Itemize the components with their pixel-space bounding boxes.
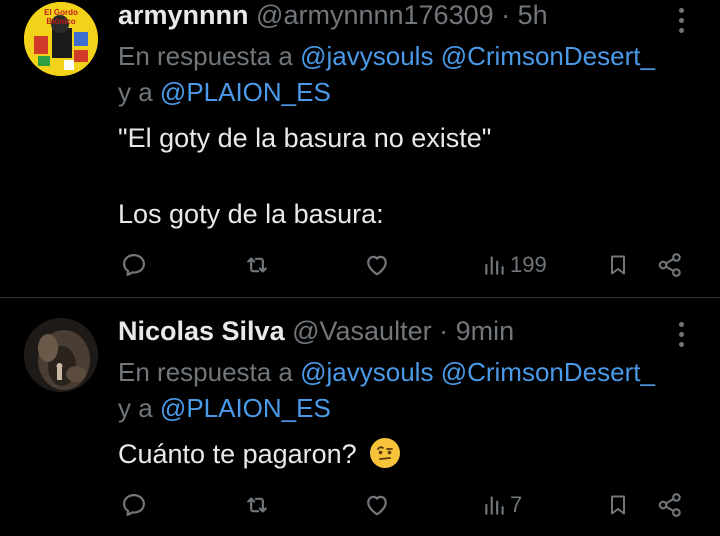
avatar[interactable]: El Gordo Biónico [24, 2, 98, 76]
avatar[interactable] [24, 318, 98, 392]
retweet-icon [247, 497, 267, 513]
mention-link[interactable]: @javysouls [300, 357, 433, 387]
heart-icon [367, 255, 387, 276]
tweet-2[interactable]: Nicolas Silva @Vasaulter · 9min En respu… [0, 298, 720, 536]
views-count: 7 [510, 492, 523, 517]
avatar-caption: El Gordo Biónico [30, 8, 92, 26]
tweet-header: armynnnn @armynnnn176309 · 5h [118, 0, 548, 31]
like-button[interactable] [363, 485, 391, 525]
tweet-text-line: "El goty de la basura no existe" [118, 123, 492, 153]
display-name[interactable]: Nicolas Silva [118, 316, 285, 346]
tweet-actions: 199 [0, 245, 720, 285]
raised-eyebrow-emoji-icon [370, 438, 401, 468]
reply-and: y a [118, 393, 153, 423]
tweet-1[interactable]: El Gordo Biónico armynnnn @armynnnn17630… [0, 0, 720, 297]
separator: · [501, 0, 511, 30]
timestamp[interactable]: 5h [518, 0, 548, 30]
share-button[interactable] [656, 245, 684, 285]
tweet-text-line: Los goty de la basura: [118, 199, 384, 229]
more-icon[interactable] [674, 320, 690, 350]
tweet-text: Los goty de la basura: [118, 196, 384, 232]
share-icon [658, 253, 681, 277]
bookmark-icon [611, 255, 625, 275]
reply-button[interactable] [120, 485, 148, 525]
reply-prefix: En respuesta a [118, 357, 293, 387]
share-icon [658, 493, 681, 517]
bookmark-button[interactable] [606, 485, 630, 525]
retweet-button[interactable] [243, 485, 271, 525]
reply-context: En respuesta a @javysouls @CrimsonDesert… [118, 38, 655, 110]
bookmark-button[interactable] [606, 245, 630, 285]
avatar-caption-line1: El Gordo [44, 8, 78, 17]
mention-link[interactable]: @PLAION_ES [160, 77, 331, 107]
reply-and: y a [118, 77, 153, 107]
heart-icon [367, 495, 387, 516]
timestamp[interactable]: 9min [456, 316, 515, 346]
avatar-caption-line2: Biónico [46, 17, 76, 26]
views-button[interactable]: 199 [482, 245, 547, 285]
views-bar-chart-icon [485, 256, 504, 275]
mention-link[interactable]: @CrimsonDesert_ [441, 41, 655, 71]
reply-prefix: En respuesta a [118, 41, 293, 71]
display-name[interactable]: armynnnn [118, 0, 249, 30]
views-button[interactable]: 7 [482, 485, 522, 525]
comment-icon [122, 493, 146, 517]
reply-context: En respuesta a @javysouls @CrimsonDesert… [118, 354, 655, 426]
handle[interactable]: @Vasaulter [292, 316, 431, 346]
mention-link[interactable]: @PLAION_ES [160, 393, 331, 423]
tweet-text: Cuánto te pagaron? [118, 436, 401, 472]
views-count: 199 [510, 252, 547, 277]
bookmark-icon [611, 495, 625, 515]
reply-button[interactable] [120, 245, 148, 285]
tweet-actions: 7 [0, 485, 720, 525]
mention-link[interactable]: @javysouls [300, 41, 433, 71]
views-bar-chart-icon [485, 496, 504, 515]
tweet-header: Nicolas Silva @Vasaulter · 9min [118, 316, 514, 347]
like-button[interactable] [363, 245, 391, 285]
tweet-text: "El goty de la basura no existe" [118, 120, 491, 156]
retweet-button[interactable] [243, 245, 271, 285]
handle[interactable]: @armynnnn176309 [256, 0, 494, 30]
retweet-icon [247, 257, 267, 273]
share-button[interactable] [656, 485, 684, 525]
tweet-text-line: Cuánto te pagaron? [118, 439, 357, 469]
avatar-image [24, 318, 98, 392]
separator: · [439, 316, 449, 346]
mention-link[interactable]: @CrimsonDesert_ [441, 357, 655, 387]
comment-icon [122, 253, 146, 277]
more-icon[interactable] [674, 6, 690, 36]
